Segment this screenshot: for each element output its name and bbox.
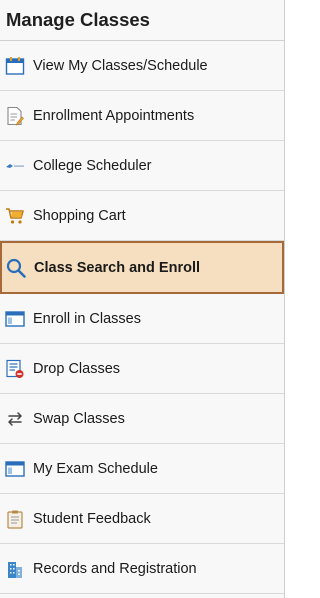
menu-item-label: Enrollment Appointments: [33, 107, 195, 124]
menu-item-enroll-in-classes[interactable]: Enroll in Classes: [0, 294, 284, 344]
menu-item-swap-classes[interactable]: Swap Classes: [0, 394, 284, 444]
menu-item-shopping-cart[interactable]: Shopping Cart: [0, 191, 284, 241]
menu-item-enrollment-appointments[interactable]: Enrollment Appointments: [0, 91, 284, 141]
menu-item-my-exam-schedule[interactable]: My Exam Schedule: [0, 444, 284, 494]
drop-list-icon: [5, 359, 25, 379]
shopping-cart-icon: [5, 206, 25, 226]
window-icon: [5, 309, 25, 329]
menu-item-label: Student Feedback: [33, 510, 151, 527]
menu-item-drop-classes[interactable]: Drop Classes: [0, 344, 284, 394]
menu-item-label: Shopping Cart: [33, 207, 126, 224]
menu-item-class-search-and-enroll[interactable]: Class Search and Enroll: [0, 241, 284, 294]
menu-item-student-feedback[interactable]: Student Feedback: [0, 494, 284, 544]
college-scheduler-logo-icon: [5, 156, 25, 176]
clipboard-icon: [5, 509, 25, 529]
menu-item-label: Class Search and Enroll: [34, 259, 201, 276]
menu-item-label: Swap Classes: [33, 410, 125, 427]
menu-item-label: Enroll in Classes: [33, 310, 141, 327]
menu-item-view-my-classes[interactable]: View My Classes/Schedule: [0, 41, 284, 91]
manage-classes-panel: Manage Classes View My Classes/Schedule: [0, 0, 285, 598]
panel-title: Manage Classes: [0, 0, 284, 41]
menu-item-label: College Scheduler: [33, 157, 152, 174]
building-icon: [5, 559, 25, 579]
swap-arrows-icon: [5, 409, 25, 429]
search-icon: [6, 258, 26, 278]
window-icon: [5, 459, 25, 479]
menu-item-label: Records and Registration: [33, 560, 197, 577]
calendar-icon: [5, 56, 25, 76]
menu-list: View My Classes/Schedule Enrollment Appo…: [0, 41, 284, 594]
menu-item-label: View My Classes/Schedule: [33, 57, 208, 74]
menu-item-college-scheduler[interactable]: College Scheduler: [0, 141, 284, 191]
menu-item-label: My Exam Schedule: [33, 460, 158, 477]
document-edit-icon: [5, 106, 25, 126]
menu-item-records-and-registration[interactable]: Records and Registration: [0, 544, 284, 594]
menu-item-label: Drop Classes: [33, 360, 121, 377]
